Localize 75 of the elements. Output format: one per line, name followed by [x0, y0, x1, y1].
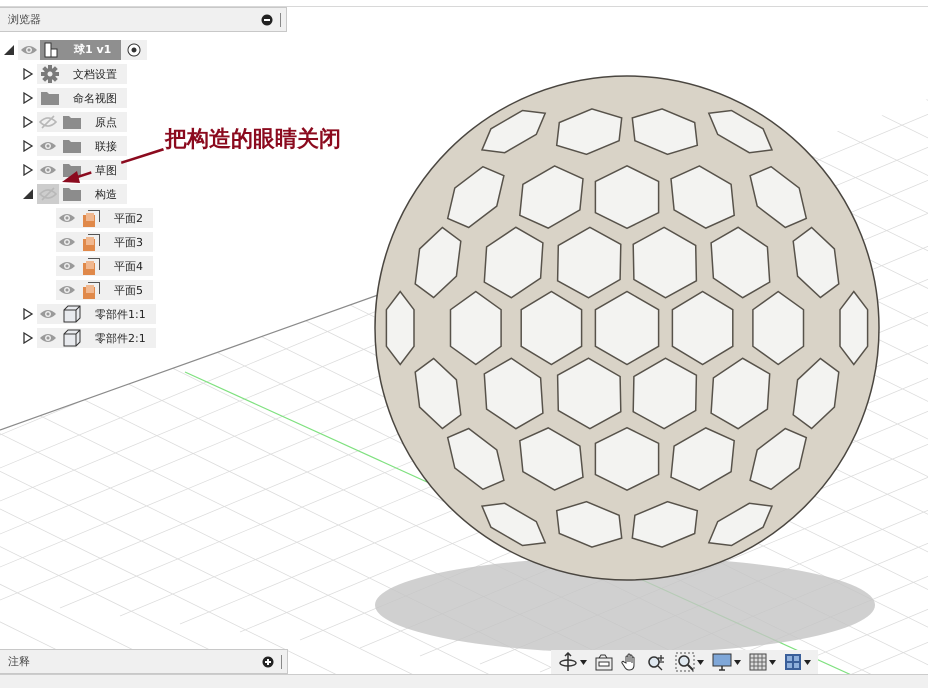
- folder-icon: [62, 186, 82, 202]
- panel-grip-icon[interactable]: [280, 654, 283, 668]
- grid-icon: [749, 653, 767, 671]
- panel-grip-icon[interactable]: [279, 12, 282, 26]
- viewports-icon: [784, 653, 802, 671]
- item-label: 原点: [94, 114, 117, 130]
- annotation-text: 把构造的眼睛关闭: [165, 126, 341, 154]
- collapse-icon[interactable]: [261, 14, 273, 26]
- caret-icon: [769, 660, 776, 664]
- item-label: 联接: [94, 138, 117, 154]
- eye-icon[interactable]: [39, 164, 57, 176]
- tree-item[interactable]: 平面2: [56, 208, 153, 228]
- tree-item[interactable]: 联接: [37, 136, 127, 156]
- collapsed-triangle-icon[interactable]: [22, 68, 34, 80]
- item-label: 平面3: [113, 234, 143, 250]
- caret-icon: [580, 660, 587, 664]
- gear-icon: [40, 64, 60, 84]
- eye-icon[interactable]: [39, 308, 57, 320]
- folder-icon: [62, 114, 82, 130]
- plane-icon: [82, 234, 100, 250]
- folder-icon: [62, 138, 82, 154]
- item-label: 构造: [94, 186, 117, 202]
- tree-item[interactable]: 零部件1:1: [37, 304, 156, 324]
- component-icon: [40, 40, 66, 60]
- collapsed-triangle-icon[interactable]: [22, 164, 34, 176]
- item-label: 平面2: [113, 210, 143, 226]
- plane-icon: [82, 258, 100, 274]
- item-label: 球1 v1: [64, 40, 122, 60]
- eye-icon[interactable]: [58, 212, 76, 224]
- zoom-icon: [647, 653, 667, 671]
- collapsed-triangle-icon[interactable]: [22, 308, 34, 320]
- panel-title: 注释: [8, 654, 31, 669]
- collapsed-triangle-icon[interactable]: [22, 92, 34, 104]
- eye-icon[interactable]: [58, 236, 76, 248]
- expanded-triangle-icon[interactable]: [3, 44, 15, 56]
- eye-icon[interactable]: [20, 44, 38, 56]
- look-at-icon: [595, 653, 613, 671]
- item-label: 零部件2:1: [94, 330, 146, 346]
- caret-icon: [697, 660, 704, 664]
- panel-title: 浏览器: [8, 12, 42, 27]
- item-label: 零部件1:1: [94, 306, 146, 322]
- expanded-triangle-icon[interactable]: [22, 188, 34, 200]
- item-label: 命名视图: [72, 90, 117, 106]
- collapsed-triangle-icon[interactable]: [22, 116, 34, 128]
- eye-icon[interactable]: [58, 284, 76, 296]
- tree-item[interactable]: 零部件2:1: [37, 328, 156, 348]
- monitor-icon: [712, 653, 732, 671]
- folder-icon: [40, 90, 60, 106]
- item-label: 文档设置: [72, 66, 117, 82]
- box-icon: [63, 329, 81, 347]
- expand-icon[interactable]: [262, 656, 274, 668]
- plane-icon: [82, 210, 100, 226]
- orbit-icon: [558, 652, 578, 672]
- tree-item[interactable]: 命名视图: [37, 88, 127, 108]
- eye-icon[interactable]: [39, 332, 57, 344]
- item-label: 平面4: [113, 258, 143, 274]
- tree-item[interactable]: 草图: [37, 160, 127, 180]
- tree-item[interactable]: 平面5: [56, 280, 153, 300]
- caret-icon: [804, 660, 811, 664]
- item-label: 草图: [94, 162, 117, 178]
- tree-item[interactable]: 平面4: [56, 256, 153, 276]
- tree-item[interactable]: 构造: [37, 184, 127, 204]
- eye-icon[interactable]: [58, 260, 76, 272]
- collapsed-triangle-icon[interactable]: [22, 140, 34, 152]
- item-label: 平面5: [113, 282, 143, 298]
- collapsed-triangle-icon[interactable]: [22, 332, 34, 344]
- tree-item[interactable]: 文档设置: [37, 64, 127, 84]
- zoom-window-icon: [675, 652, 695, 672]
- activate-radio-icon[interactable]: [127, 43, 142, 57]
- tree-item[interactable]: 原点: [37, 112, 127, 132]
- caret-icon: [734, 660, 741, 664]
- box-icon: [63, 305, 81, 323]
- tree-item[interactable]: 平面3: [56, 232, 153, 252]
- eye-icon[interactable]: [39, 140, 57, 152]
- plane-icon: [82, 282, 100, 298]
